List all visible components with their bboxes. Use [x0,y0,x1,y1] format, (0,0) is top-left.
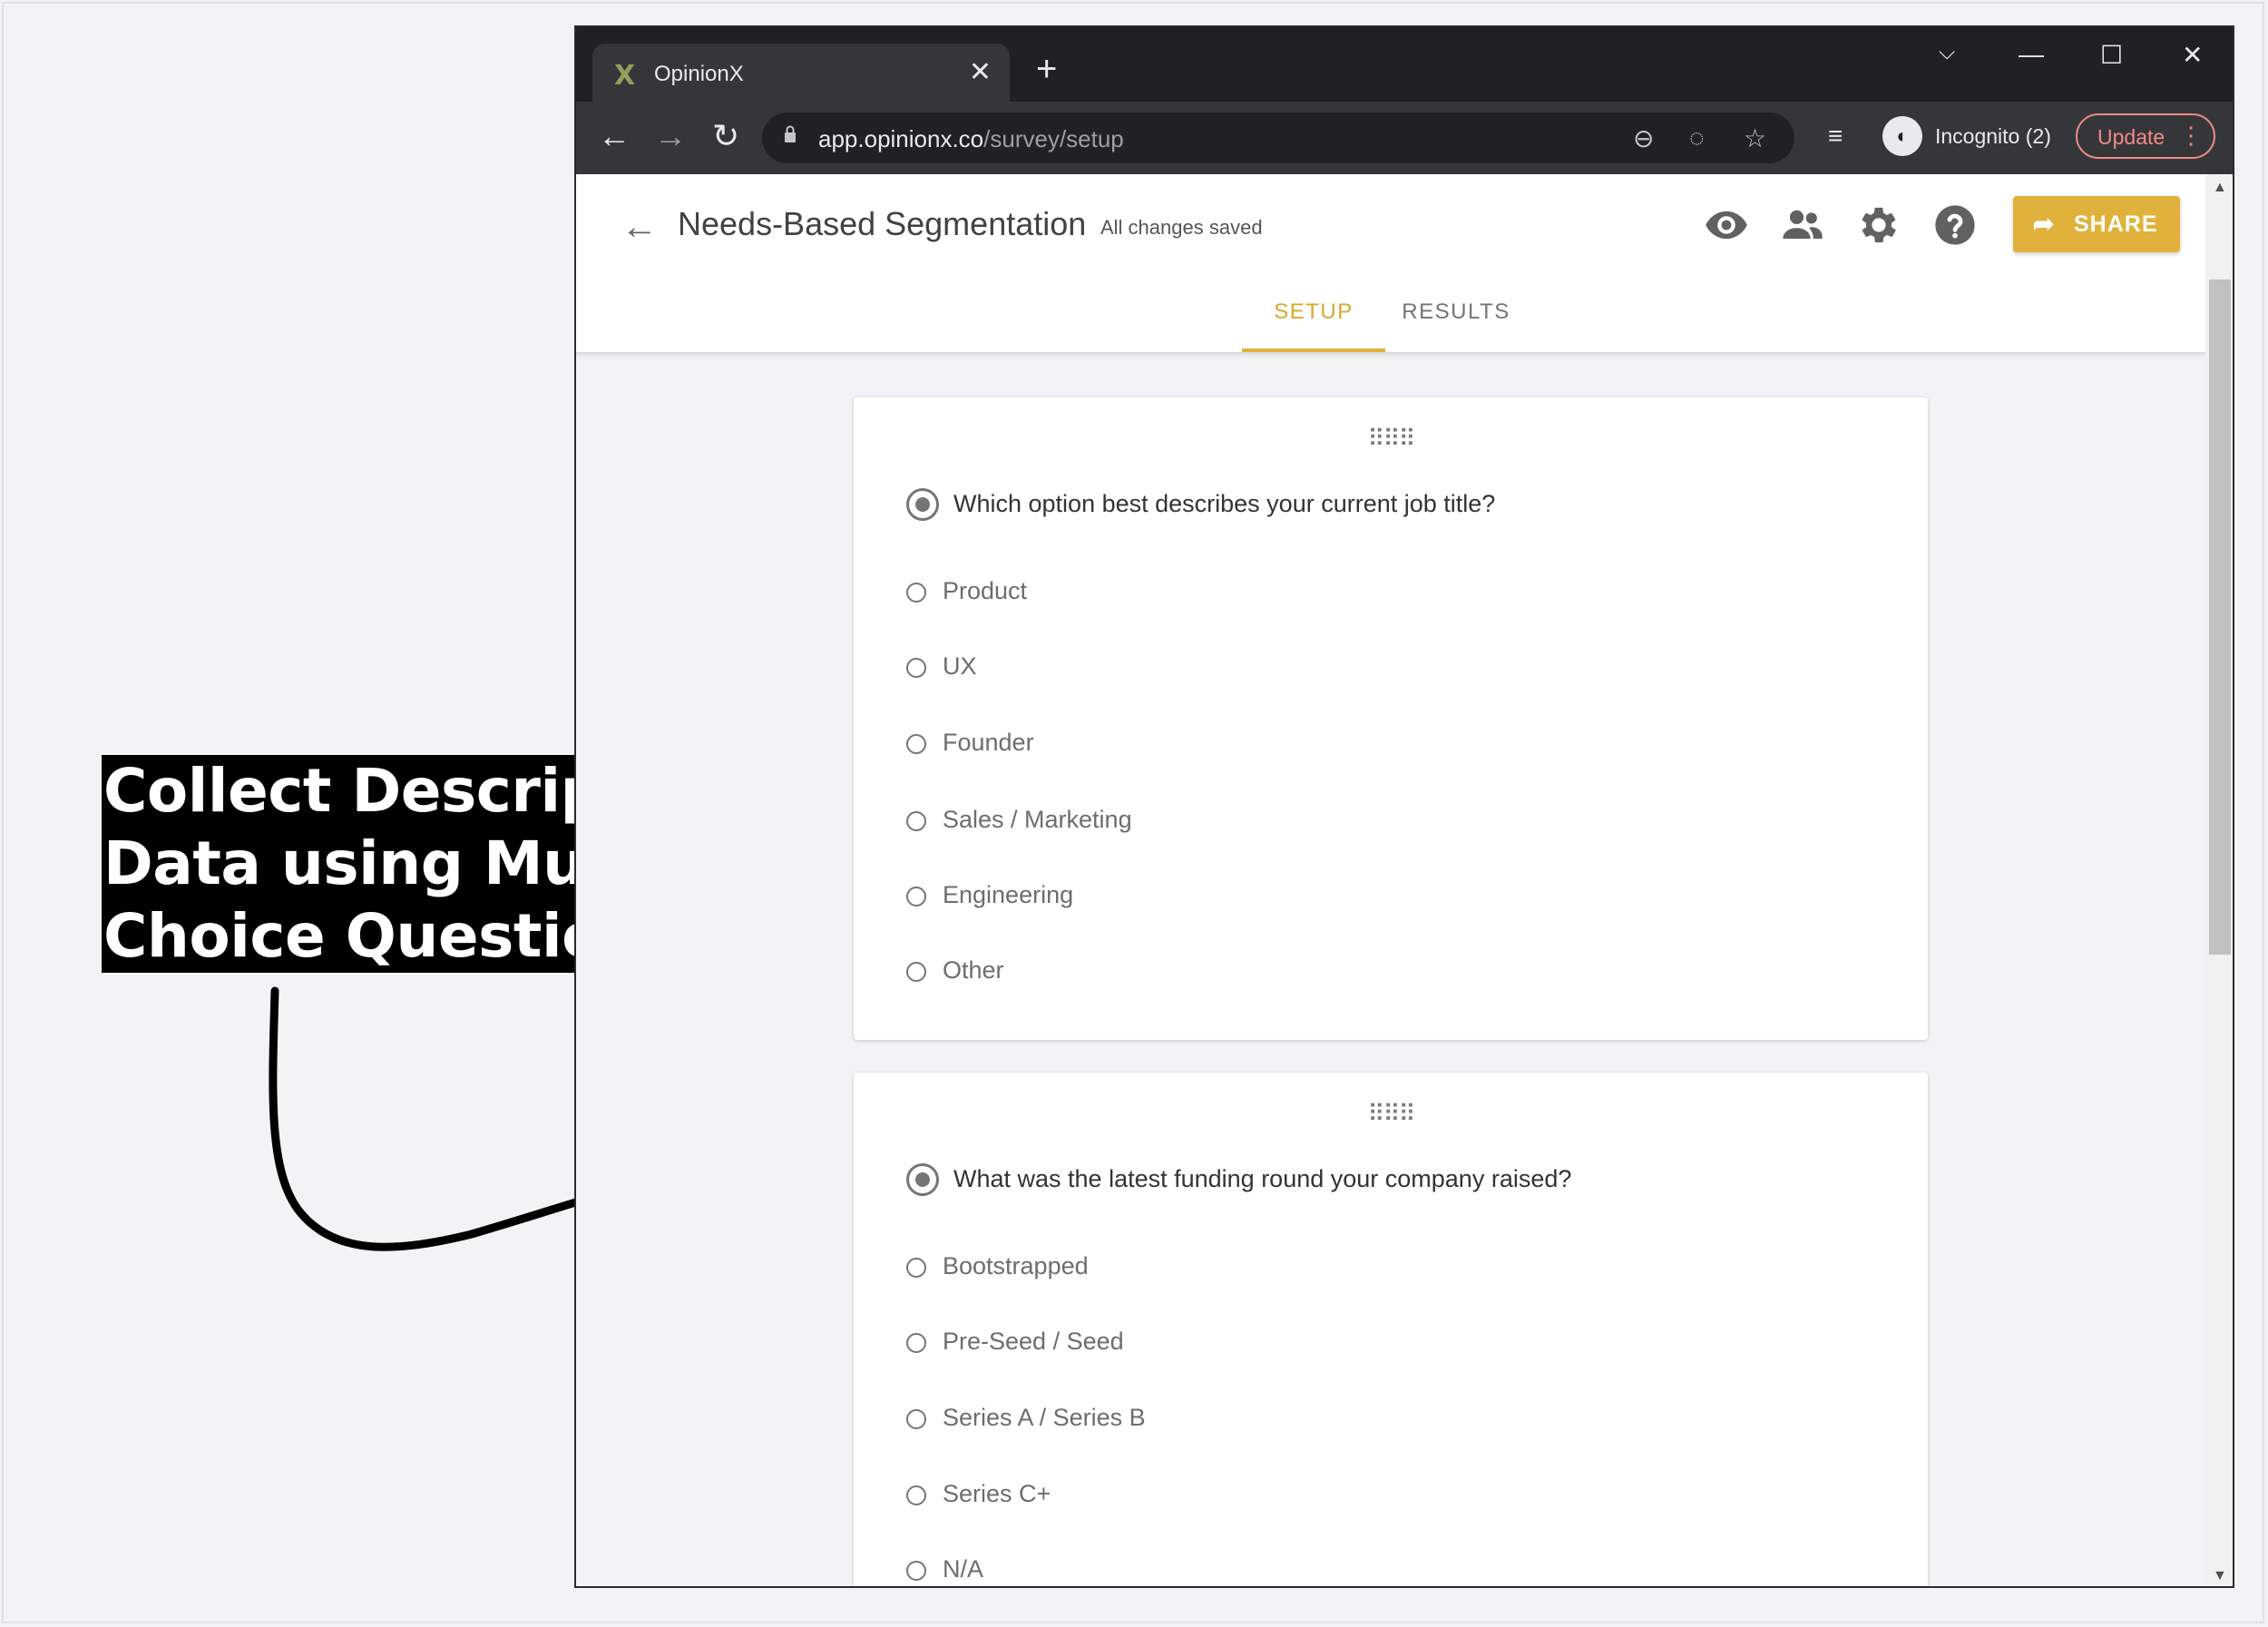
radio-icon [906,887,926,907]
update-button[interactable]: Update ⋮ [2076,113,2215,159]
survey-title[interactable]: Needs-Based Segmentation [678,205,1086,243]
share-button[interactable]: ➦ SHARE [2013,196,2180,252]
option-label: Other [943,956,1004,984]
option-label: Bootstrapped [943,1252,1089,1279]
drag-handle-icon[interactable]: ⠿⠿⠿ [854,425,1928,453]
option-label: Pre-Seed / Seed [943,1328,1124,1355]
reading-list-icon[interactable]: ≡ [1828,122,1843,151]
opinionx-favicon-icon: X [614,60,636,92]
url-host: app.opinionx.co [818,125,984,152]
radio-icon [906,658,926,678]
lock-icon [785,125,796,142]
question-type-radio-icon [906,1163,939,1196]
tab-setup[interactable]: SETUP [1242,294,1385,352]
collaborators-icon[interactable] [1779,201,1826,249]
share-label: SHARE [2074,211,2158,237]
option-label: Product [943,577,1028,604]
tab-results[interactable]: RESULTS [1393,294,1520,352]
app-header: ← Needs-Based Segmentation All changes s… [576,174,2209,354]
radio-icon [906,962,926,982]
scroll-up-icon[interactable]: ▲ [2213,180,2227,196]
radio-icon [906,1485,926,1505]
settings-gear-icon[interactable] [1855,201,1902,249]
radio-icon [906,1258,926,1278]
help-icon[interactable] [1931,201,1979,249]
tab-search-icon[interactable]: ⌵ [1939,40,1955,65]
back-arrow-icon[interactable]: ← [621,207,658,248]
page-content: ← Needs-Based Segmentation All changes s… [576,174,2209,1586]
url-text: app.opinionx.co/survey/setup [818,125,1124,153]
reload-icon[interactable]: ↻ [712,120,739,152]
radio-icon [906,583,926,603]
scroll-thumb[interactable] [2209,279,2231,955]
browser-toolbar: ← → ↻ app.opinionx.co/survey/setup ⊖ ◌ ☆… [576,102,2233,174]
bookmark-star-icon[interactable]: ☆ [1744,123,1766,153]
radio-icon [906,1333,926,1353]
address-bar[interactable]: app.opinionx.co/survey/setup ⊖ ◌ ☆ [762,113,1794,163]
radio-icon [906,734,926,754]
close-tab-icon[interactable]: ✕ [969,56,992,88]
save-status: All changes saved [1100,216,1263,239]
tracking-protection-icon[interactable]: ◌ [1689,123,1705,152]
maximize-icon[interactable]: ☐ [2100,40,2123,70]
update-label: Update [2097,125,2165,149]
question-card[interactable]: ⠿⠿⠿ What was the latest funding round yo… [854,1073,1928,1586]
option-label: Sales / Marketing [943,806,1132,833]
close-window-icon[interactable]: ✕ [2182,40,2203,70]
question-type-radio-icon [906,488,939,521]
back-icon[interactable]: ← [598,120,631,152]
forward-icon[interactable]: → [654,120,687,152]
incognito-icon: ◐ [1882,116,1922,156]
url-path: /survey/setup [983,125,1124,152]
scroll-down-icon[interactable]: ▼ [2213,1568,2227,1584]
zoom-icon[interactable]: ⊖ [1633,123,1654,153]
drag-handle-icon[interactable]: ⠿⠿⠿ [854,1100,1928,1128]
page-scrollbar[interactable]: ▲ ▼ [2205,174,2233,1586]
new-tab-icon[interactable]: + [1036,51,1057,87]
question-text[interactable]: What was the latest funding round your c… [953,1165,1571,1193]
option-label: Founder [943,729,1034,756]
share-arrow-icon: ➦ [2033,210,2055,238]
question-card[interactable]: ⠿⠿⠿ Which option best describes your cur… [854,397,1928,1040]
question-text[interactable]: Which option best describes your current… [953,490,1495,518]
browser-titlebar: X OpinionX ✕ + ⌵ — ☐ ✕ [576,27,2233,102]
option-label: Engineering [943,881,1074,908]
minimize-icon[interactable]: — [2019,40,2044,69]
radio-icon [906,1561,926,1581]
tab-title: OpinionX [654,62,744,86]
radio-icon [906,811,926,831]
radio-icon [906,1409,926,1429]
more-menu-icon: ⋮ [2179,122,2203,149]
option-label: Series C+ [943,1480,1051,1507]
browser-window: X OpinionX ✕ + ⌵ — ☐ ✕ ← → ↻ app.opinion… [574,25,2234,1588]
browser-tab[interactable]: X OpinionX ✕ [592,44,1010,102]
option-label: UX [943,652,977,680]
option-label: Series A / Series B [943,1404,1146,1431]
incognito-label: Incognito (2) [1935,124,2051,148]
preview-eye-icon[interactable] [1703,201,1750,249]
option-label: N/A [943,1555,984,1583]
